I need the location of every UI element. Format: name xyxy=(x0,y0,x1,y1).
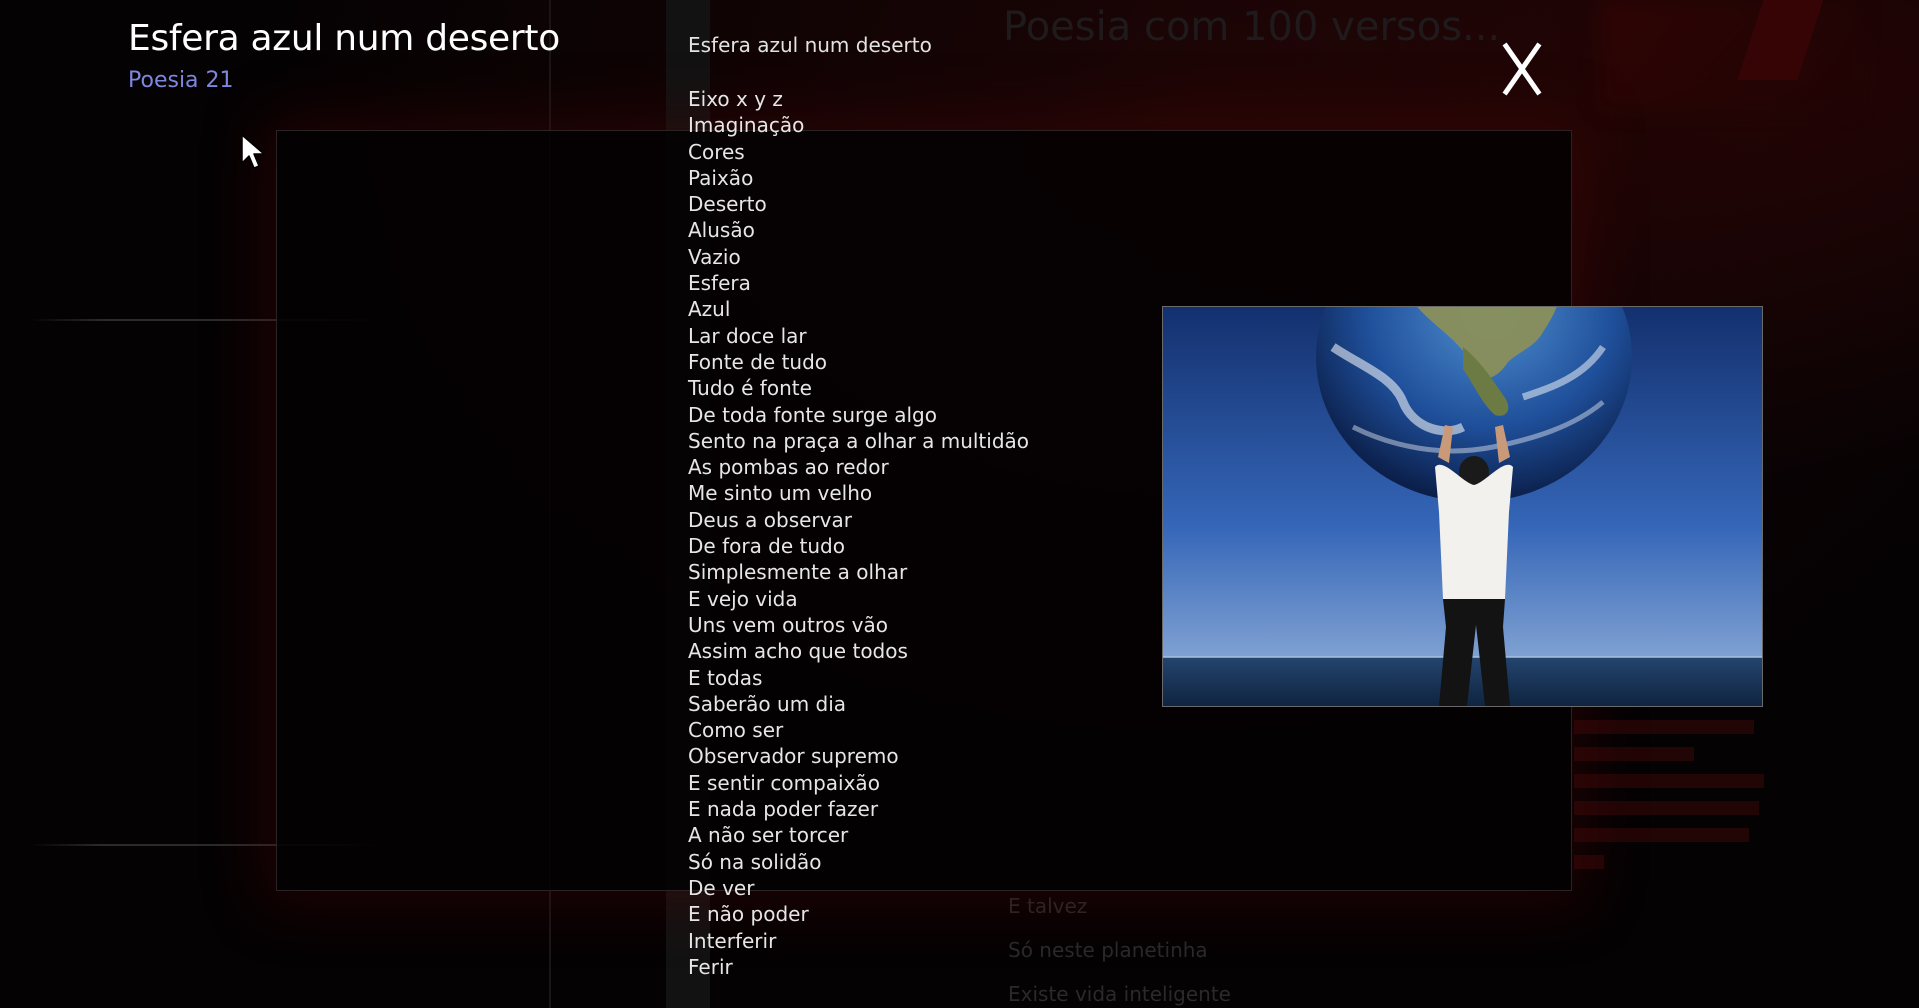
poem-line: E sentir compaixão xyxy=(688,770,880,795)
poem-line: Deus a observar xyxy=(688,507,852,532)
poem-line: Saberão um dia xyxy=(688,691,847,716)
poem-lines: Eixo x y z Imaginação Cores Paixão Deser… xyxy=(688,86,1029,980)
background-poem-line: Existe vida inteligente xyxy=(1008,982,1231,1006)
poem-line: Lar doce lar xyxy=(688,323,807,348)
poem-line: E vejo vida xyxy=(688,586,798,611)
poem-line: Vazio xyxy=(688,244,741,269)
poem-line: Interferir xyxy=(688,928,777,953)
poem-line: Alusão xyxy=(688,218,755,243)
poem-line: Paixão xyxy=(688,165,754,190)
poem-line: Eixo x y z xyxy=(688,87,783,111)
poem-line: Azul xyxy=(688,297,731,322)
poem-line: De toda fonte surge algo xyxy=(688,402,937,427)
poem-line: Uns vem outros vão xyxy=(688,612,888,637)
poem-line: Imaginação xyxy=(688,113,805,138)
poem-line: Fonte de tudo xyxy=(688,349,828,374)
poem-line: Esfera xyxy=(688,271,751,296)
poem-line: E não poder xyxy=(688,902,809,927)
poem-line: De fora de tudo xyxy=(688,534,845,559)
poem-line: Assim acho que todos xyxy=(688,639,908,664)
background-page-title: Poesia com 100 versos... xyxy=(1003,4,1501,50)
earth-held-up-illustration xyxy=(1163,307,1762,706)
poem-line: De ver xyxy=(688,875,755,900)
poem-line: Deserto xyxy=(688,192,767,217)
poem-line: E todas xyxy=(688,665,763,690)
background-decoration xyxy=(1600,0,1860,110)
poem-line: Como ser xyxy=(688,718,784,743)
background-poem-lines: E talvez Só neste planetinha Existe vida… xyxy=(1008,884,1231,1008)
poem-line: Me sinto um velho xyxy=(688,481,873,506)
poem-line: Cores xyxy=(688,139,745,164)
mouse-pointer-icon xyxy=(240,133,266,171)
background-red-text xyxy=(1574,712,1774,869)
poem-line: A não ser torcer xyxy=(688,823,849,848)
poem-title: Esfera azul num deserto xyxy=(688,33,932,57)
poem-line: Simplesmente a olhar xyxy=(688,560,908,585)
poem-line: Observador supremo xyxy=(688,744,899,769)
screen: Poesia com 100 versos... E talvez Só nes… xyxy=(0,0,1919,1008)
poem-photo xyxy=(1162,306,1763,707)
close-button[interactable] xyxy=(1500,40,1544,98)
poem-line: Só na solidão xyxy=(688,849,822,874)
poem-line: As pombas ao redor xyxy=(688,455,889,480)
poem-line: Ferir xyxy=(688,954,733,979)
poem-header-subtitle: Poesia 21 xyxy=(128,68,234,93)
poem-line: Sento na praça a olhar a multidão xyxy=(688,428,1030,453)
poem-header-title: Esfera azul num deserto xyxy=(128,18,560,59)
close-icon xyxy=(1502,42,1542,96)
poem-line: Tudo é fonte xyxy=(688,376,812,401)
background-poem-line: Só neste planetinha xyxy=(1008,938,1208,962)
poem-line: E nada poder fazer xyxy=(688,797,879,822)
